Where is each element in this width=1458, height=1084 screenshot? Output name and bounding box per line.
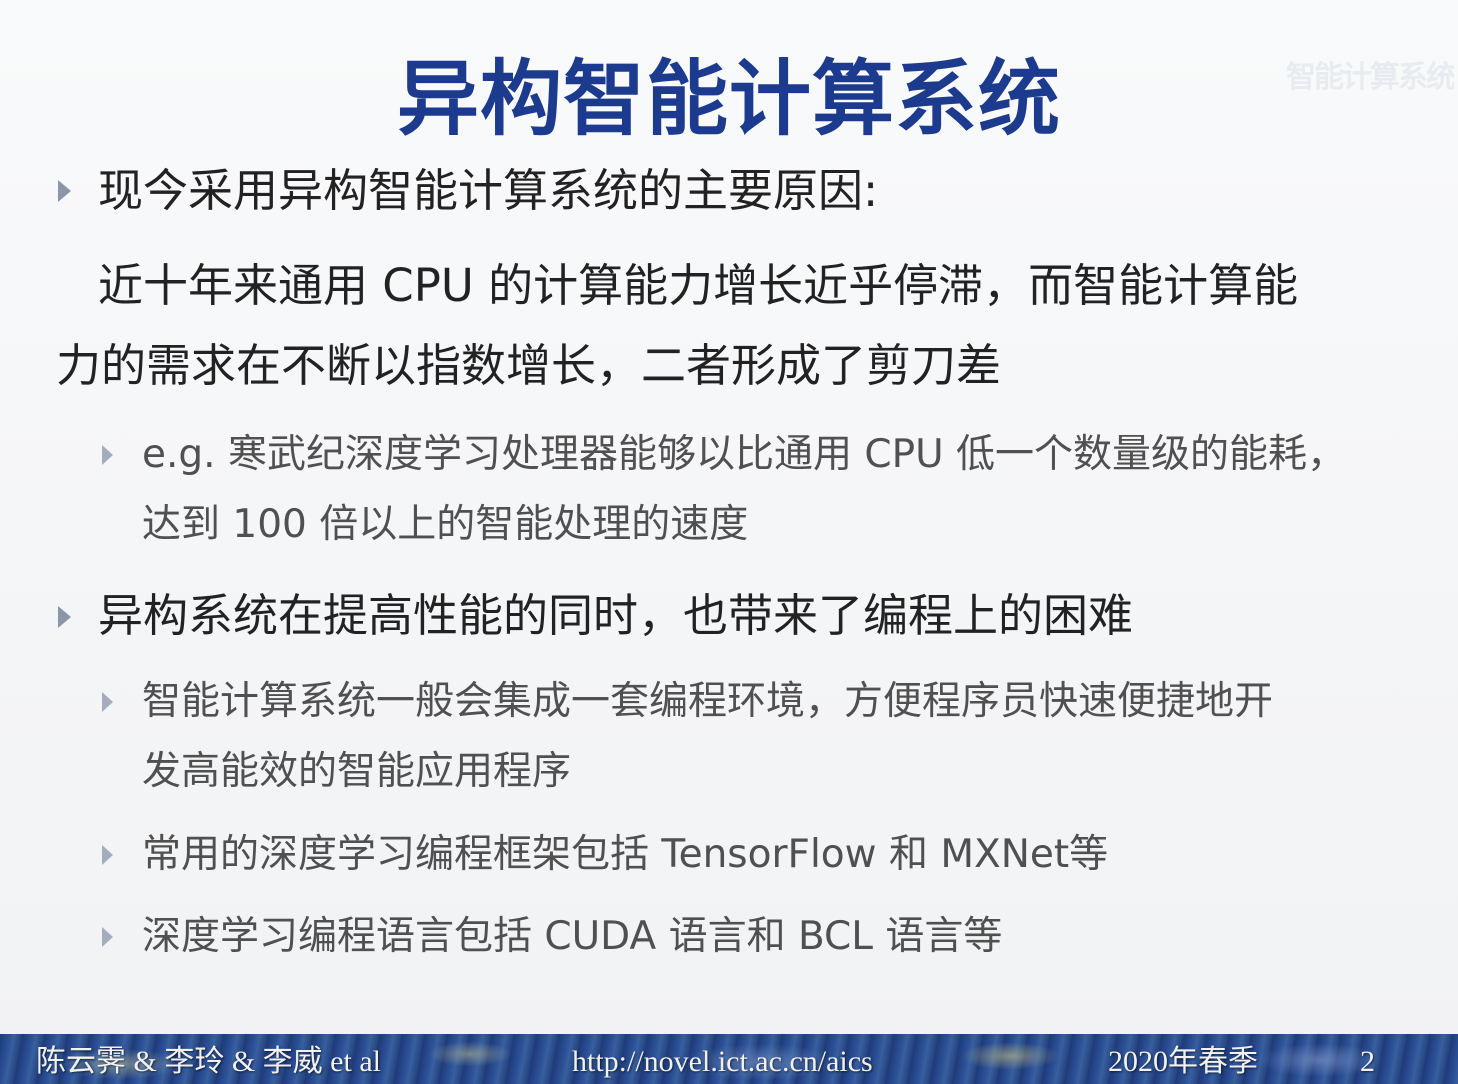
bullet-marker — [58, 606, 71, 628]
sub-bullet-marker — [102, 445, 113, 465]
sub-bullet-marker — [102, 845, 113, 865]
sub-bullet-marker — [102, 927, 113, 947]
sub-bullet-2-2: 常用的深度学习编程框架包括 TensorFlow 和 MXNet等 — [142, 832, 1109, 877]
footer-term: 2020年春季 — [1108, 1045, 1258, 1078]
footer-url[interactable]: http://novel.ict.ac.cn/aics — [572, 1042, 873, 1082]
slide-title: 异构智能计算系统 — [396, 52, 1061, 147]
sub-bullet-marker — [102, 692, 113, 712]
bullet-body-1-line-2: 力的需求在不断以指数增长，二者形成了剪刀差 — [56, 339, 1002, 392]
page-number: 2 — [1360, 1045, 1375, 1078]
slide: 智能计算系统 异构智能计算系统 现今采用异构智能计算系统的主要原因: 近十年来通… — [0, 0, 1458, 1084]
footer-bar: 陈云霁 & 李玲 & 李威 et al http://novel.ict.ac.… — [0, 1034, 1458, 1084]
bullet-body-1-line-1: 近十年来通用 CPU 的计算能力增长近乎停滞，而智能计算能 — [98, 259, 1299, 312]
bullet-heading-2: 异构系统在提高性能的同时，也带来了编程上的困难 — [98, 589, 1134, 642]
sub-bullet-2-3: 深度学习编程语言包括 CUDA 语言和 BCL 语言等 — [142, 914, 1003, 959]
sub-bullet-2-1-line-1: 智能计算系统一般会集成一套编程环境，方便程序员快速便捷地开 — [142, 679, 1274, 724]
sub-bullet-1-1-line-1: e.g. 寒武纪深度学习处理器能够以比通用 CPU 低一个数量级的能耗， — [142, 432, 1347, 477]
sub-bullet-1-1-line-2: 达到 100 倍以上的智能处理的速度 — [142, 502, 749, 547]
bullet-heading-1: 现今采用异构智能计算系统的主要原因: — [98, 164, 879, 217]
bullet-marker — [58, 180, 71, 202]
footer-authors: 陈云霁 & 李玲 & 李威 et al — [36, 1045, 381, 1078]
sub-bullet-2-1-line-2: 发高能效的智能应用程序 — [142, 749, 572, 794]
